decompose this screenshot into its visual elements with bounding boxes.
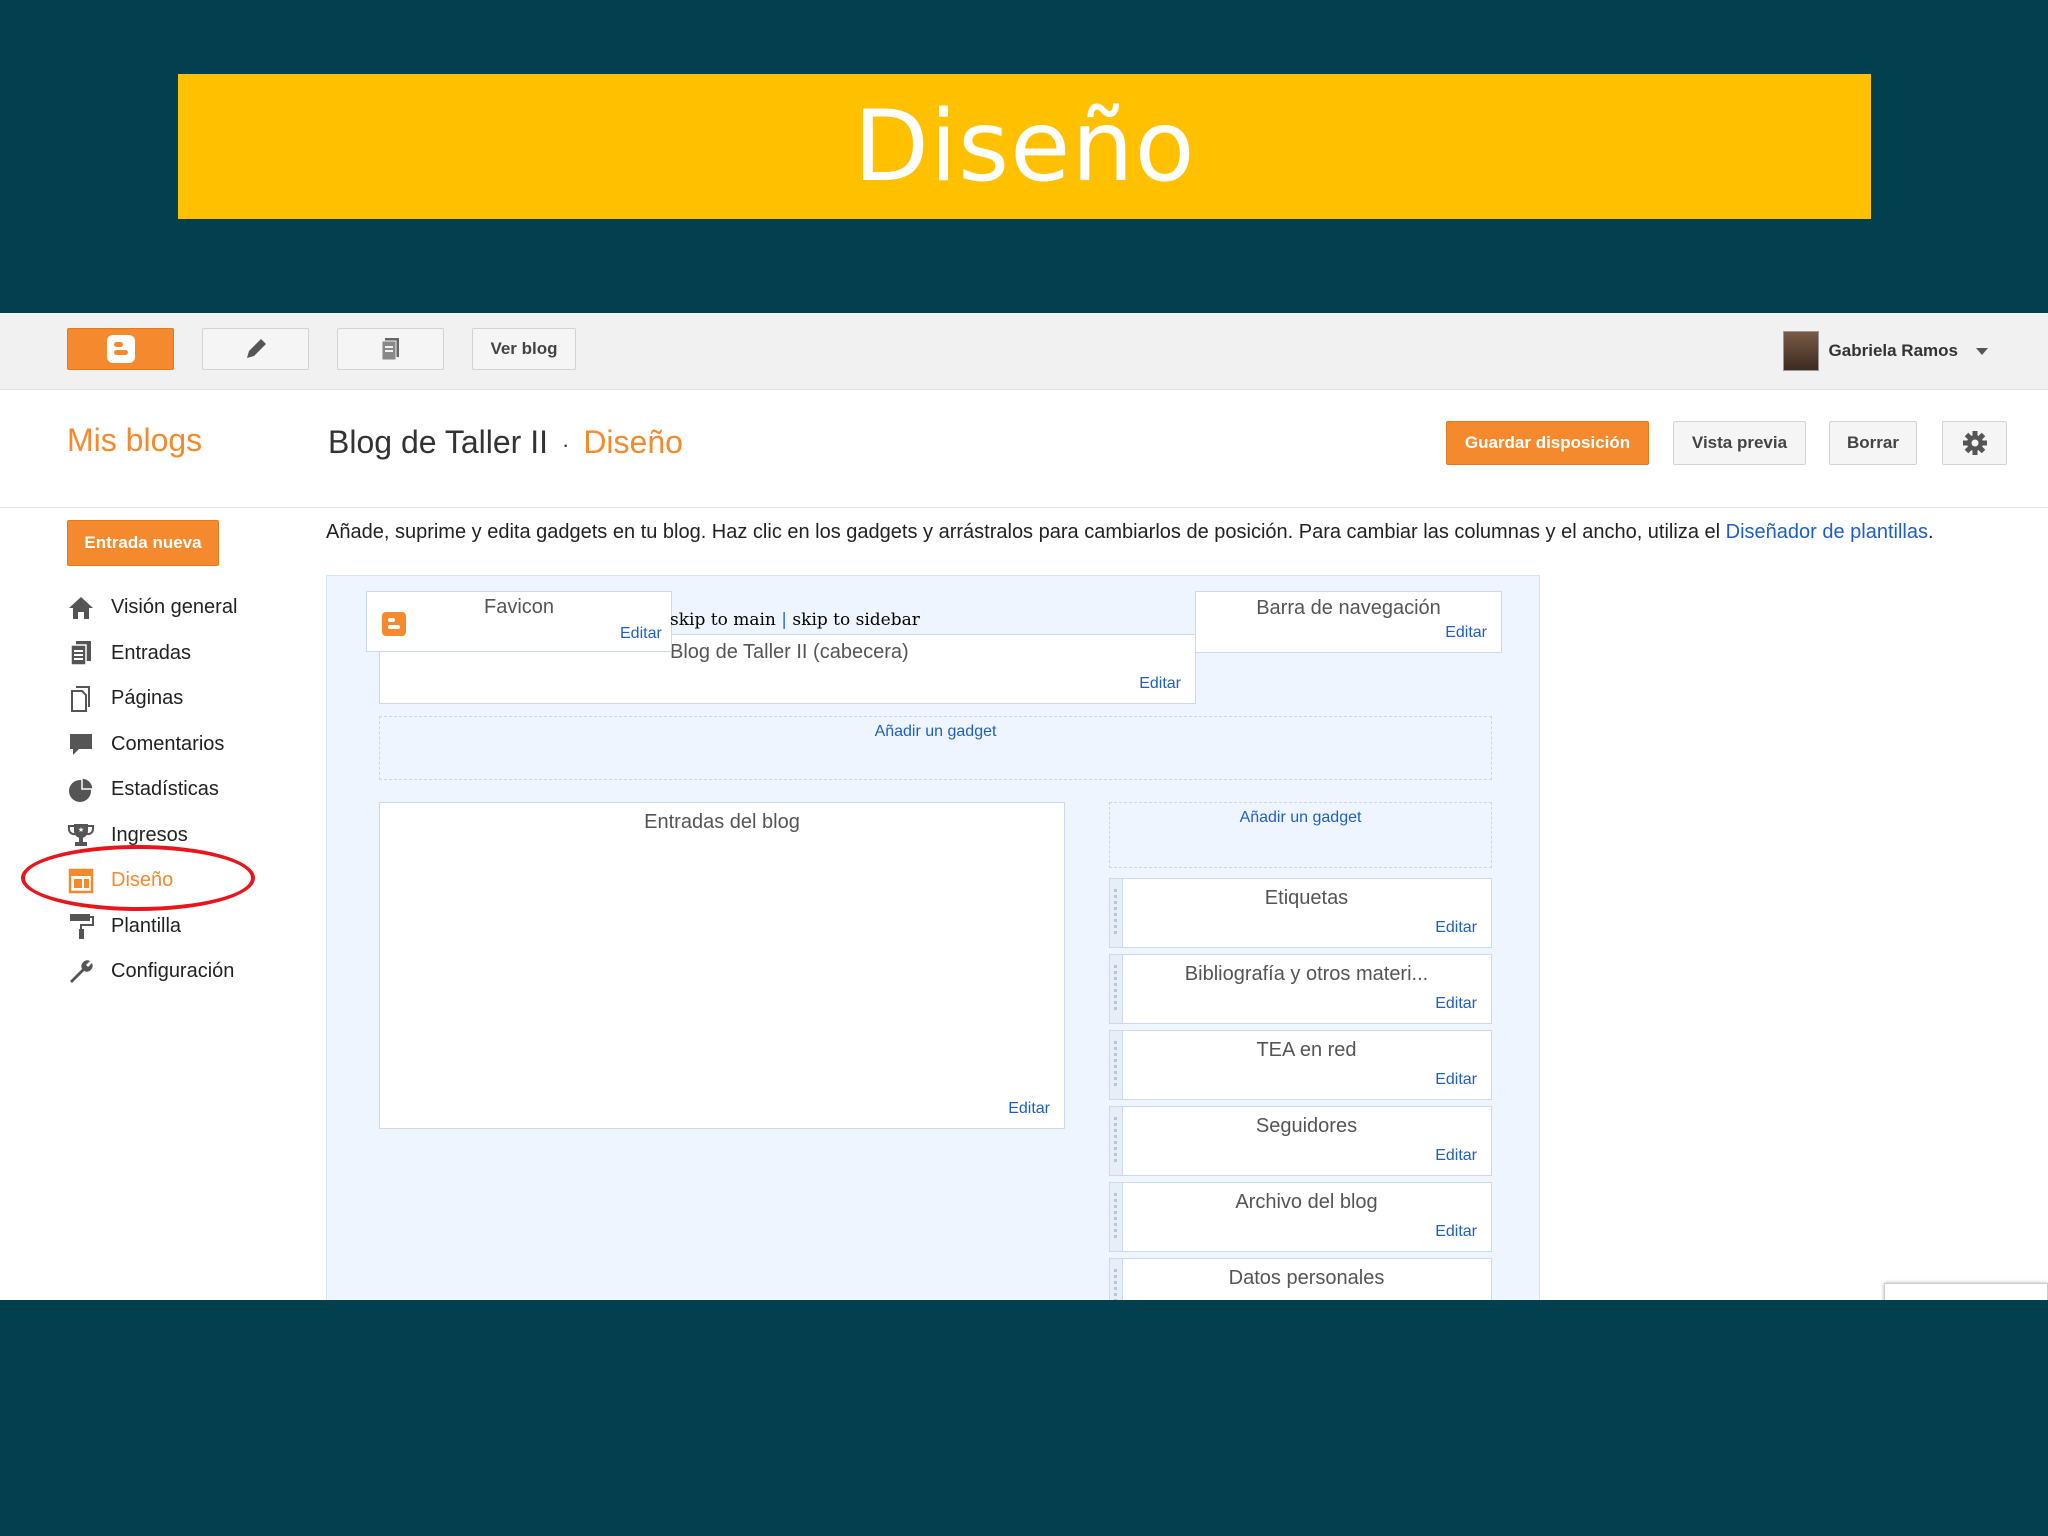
gear-icon [1962, 431, 1987, 455]
blog-posts-gadget[interactable]: Entradas del blog Editar [379, 802, 1065, 1129]
pie-chart-icon [69, 776, 94, 802]
sidebar-item-label: Visión general [111, 596, 238, 619]
paint-roller-icon [70, 914, 94, 940]
description-text: Añade, suprime y edita gadgets en tu blo… [326, 521, 1726, 543]
chevron-down-icon [1976, 347, 1988, 355]
sidebar-item-comments[interactable]: Comentarios [67, 722, 237, 768]
skip-separator: | [781, 610, 788, 630]
skip-to-sidebar-link[interactable]: skip to sidebar [792, 610, 919, 630]
avatar [1782, 331, 1819, 371]
blogger-logo-icon [106, 335, 135, 363]
wrench-icon [70, 960, 93, 983]
sidebar-gadget[interactable]: TEA en red Editar [1109, 1030, 1492, 1100]
sidebar-item-label: Páginas [111, 687, 184, 710]
sidebar-gadget-title: Bibliografía y otros materi... [1184, 963, 1429, 985]
skip-links: skip to main | skip to sidebar [670, 610, 920, 630]
add-gadget-header[interactable]: Añadir un gadget [379, 716, 1492, 780]
new-post-button-sidebar[interactable]: Entrada nueva [67, 520, 219, 566]
layout-editor: Blog de Taller II (cabecera) Editar Favi… [326, 575, 1540, 1300]
slide-title-bar: Diseño [178, 74, 1871, 219]
breadcrumb: Blog de Taller II · Diseño [328, 424, 683, 461]
home-icon [69, 596, 93, 619]
breadcrumb-separator: · [561, 431, 570, 457]
pages-icon [71, 685, 90, 712]
edit-link[interactable]: Editar [1008, 1100, 1050, 1118]
user-name: Gabriela Ramos [1828, 341, 1958, 360]
navbar-title: Barra de navegación [1256, 597, 1441, 619]
sidebar-item-label: Configuración [111, 960, 235, 983]
my-blogs-link[interactable]: Mis blogs [67, 422, 202, 459]
slide-title: Diseño [853, 89, 1196, 204]
sidebar-nav: Visión general Entradas Páginas Comentar… [67, 585, 237, 995]
sidebar-gadget[interactable]: Seguidores Editar [1109, 1106, 1492, 1176]
blog-name[interactable]: Blog de Taller II [328, 424, 548, 460]
settings-button[interactable] [1942, 421, 2007, 465]
pencil-icon [246, 339, 266, 358]
sidebar-gadget-title: Datos personales [1228, 1267, 1385, 1289]
edit-link[interactable]: Editar [1435, 1147, 1477, 1165]
sidebar-item-label: Estadísticas [111, 778, 219, 801]
preview-button[interactable]: Vista previa [1673, 421, 1806, 465]
layout-description: Añade, suprime y edita gadgets en tu blo… [326, 521, 1934, 544]
navbar-gadget[interactable]: Barra de navegación Editar [1195, 591, 1502, 653]
edit-link[interactable]: Editar [1139, 675, 1181, 693]
favicon-title: Favicon [483, 596, 555, 618]
sidebar-gadget-title: Archivo del blog [1235, 1191, 1378, 1213]
user-menu[interactable]: Gabriela Ramos [1782, 331, 1988, 371]
sidebar-gadget[interactable]: Archivo del blog Editar [1109, 1182, 1492, 1252]
sidebar-item-label: Plantilla [111, 914, 182, 937]
edit-link[interactable]: Editar [620, 625, 662, 643]
sidebar-item-pages[interactable]: Páginas [67, 676, 237, 722]
sidebar-item-label: Comentarios [111, 732, 225, 755]
add-gadget-sidebar[interactable]: Añadir un gadget [1109, 802, 1492, 868]
posts-list-button[interactable] [337, 328, 444, 370]
sidebar-gadget[interactable]: Bibliografía y otros materi... Editar [1109, 954, 1492, 1024]
edit-link[interactable]: Editar [1435, 1299, 1477, 1300]
blogger-home-button[interactable] [67, 328, 174, 370]
posts-icon [70, 641, 91, 666]
edit-link[interactable]: Editar [1435, 995, 1477, 1013]
edit-link[interactable]: Editar [1435, 1223, 1477, 1241]
top-bar: Ver blog Gabriela Ramos [0, 313, 2048, 390]
blogger-screenshot: Ver blog Gabriela Ramos Mis blogs Blog d… [0, 313, 2048, 1300]
sidebar-item-posts[interactable]: Entradas [67, 631, 237, 677]
pages-icon [381, 338, 399, 361]
trophy-icon: ★ [68, 824, 94, 847]
comment-icon [70, 734, 92, 756]
blog-posts-title: Entradas del blog [644, 811, 800, 833]
sidebar-gadget-title: Seguidores [1255, 1115, 1358, 1137]
clear-button[interactable]: Borrar [1829, 421, 1917, 465]
skip-to-main-link[interactable]: skip to main [670, 610, 776, 630]
template-designer-link[interactable]: Diseñador de plantillas [1726, 521, 1928, 543]
favicon-gadget[interactable]: Favicon Editar [366, 591, 672, 652]
current-section: Diseño [583, 424, 683, 460]
description-end: . [1927, 521, 1934, 543]
edit-link[interactable]: Editar [1445, 624, 1487, 642]
page-header: Mis blogs Blog de Taller II · Diseño Guard… [0, 390, 2048, 508]
sidebar-gadget[interactable]: Etiquetas Editar [1109, 878, 1492, 948]
sidebar-item-overview[interactable]: Visión general [67, 585, 237, 631]
sidebar-item-label: Entradas [111, 641, 192, 664]
feedback-popup[interactable] [1884, 1283, 2048, 1300]
sidebar-item-stats[interactable]: Estadísticas [67, 767, 237, 813]
view-blog-button[interactable]: Ver blog [472, 328, 576, 370]
sidebar-gadget-title: TEA en red [1256, 1039, 1357, 1061]
new-post-button[interactable] [202, 328, 309, 370]
sidebar-gadget[interactable]: Datos personales Editar [1109, 1258, 1492, 1300]
sidebar-gadget-title: Etiquetas [1264, 887, 1349, 909]
edit-link[interactable]: Editar [1435, 1071, 1477, 1089]
sidebar-item-settings[interactable]: Configuración [67, 949, 237, 995]
edit-link[interactable]: Editar [1435, 919, 1477, 937]
header-gadget-title: Blog de Taller II (cabecera) [670, 641, 909, 663]
sidebar-item-label: Ingresos [111, 823, 188, 846]
highlight-circle [21, 845, 255, 911]
save-layout-button[interactable]: Guardar disposición [1446, 421, 1649, 465]
svg-text:★: ★ [78, 826, 84, 834]
